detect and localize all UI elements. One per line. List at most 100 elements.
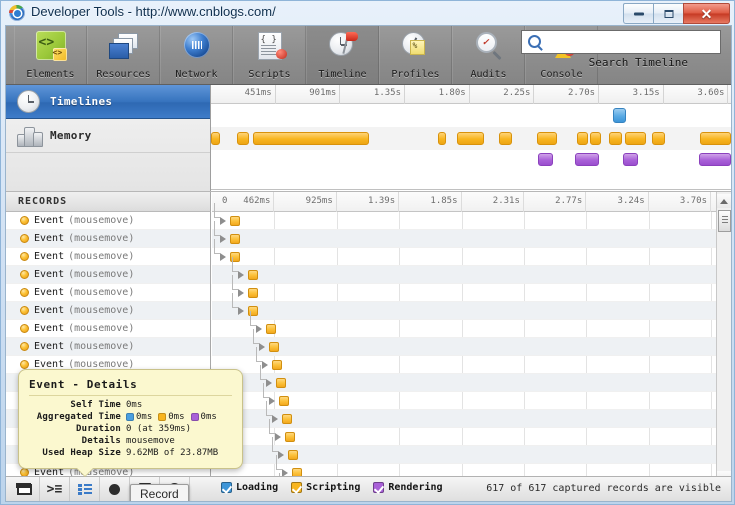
table-row[interactable]: [212, 338, 716, 356]
expand-triangle-icon[interactable]: [238, 271, 244, 279]
record-bar[interactable]: [288, 450, 298, 460]
table-row[interactable]: [212, 284, 716, 302]
overview-bar-rendering[interactable]: [538, 153, 553, 166]
record-bar[interactable]: [266, 324, 276, 334]
tab-resources[interactable]: Resources: [87, 26, 160, 84]
record-button[interactable]: [100, 477, 130, 501]
sidebar-item-memory[interactable]: Memory: [6, 119, 210, 153]
maximize-button[interactable]: [653, 3, 683, 24]
timeline-overview[interactable]: 451ms901ms1.35s1.80s2.25s2.70s3.15s3.60s: [211, 85, 731, 191]
record-bar[interactable]: [285, 432, 295, 442]
table-row[interactable]: [212, 446, 716, 464]
overview-bar-scripting[interactable]: [253, 132, 369, 145]
table-row[interactable]: [212, 410, 716, 428]
expand-triangle-icon[interactable]: [220, 253, 226, 261]
checkbox[interactable]: [373, 482, 384, 493]
tab-timeline[interactable]: Timeline: [306, 26, 379, 84]
overview-tick: 901ms: [276, 85, 341, 104]
overview-ruler: 451ms901ms1.35s1.80s2.25s2.70s3.15s3.60s: [211, 85, 731, 104]
minimize-button[interactable]: [623, 3, 653, 24]
overview-bar-scripting[interactable]: [609, 132, 622, 145]
checkbox[interactable]: [221, 482, 232, 493]
list-item[interactable]: Event(mousemove): [6, 338, 210, 356]
overview-bar-scripting[interactable]: [237, 132, 249, 145]
table-row[interactable]: [212, 392, 716, 410]
overview-bar-scripting[interactable]: [590, 132, 601, 145]
search-input[interactable]: [521, 30, 721, 54]
overview-bar-rendering[interactable]: [699, 153, 731, 166]
event-dot-icon: [20, 360, 29, 369]
expand-triangle-icon[interactable]: [220, 235, 226, 243]
list-item[interactable]: Event(mousemove): [6, 230, 210, 248]
table-row[interactable]: [212, 356, 716, 374]
details-value: 0ms0ms0ms: [126, 412, 221, 422]
sidebar-item-timelines[interactable]: Timelines: [6, 85, 210, 119]
expand-triangle-icon[interactable]: [220, 217, 226, 225]
table-row[interactable]: [212, 302, 716, 320]
overview-bar-scripting[interactable]: [438, 132, 446, 145]
table-row[interactable]: [212, 266, 716, 284]
event-dot-icon: [20, 306, 29, 315]
overview-bar-rendering[interactable]: [575, 153, 599, 166]
expand-triangle-icon[interactable]: [238, 307, 244, 315]
record-bar[interactable]: [248, 270, 258, 280]
close-button[interactable]: ✕: [683, 3, 730, 24]
table-row[interactable]: [212, 374, 716, 392]
list-item[interactable]: Event(mousemove): [6, 266, 210, 284]
list-item[interactable]: Event(mousemove): [6, 212, 210, 230]
filter-loading[interactable]: Loading: [221, 482, 278, 493]
tab-profiles[interactable]: Profiles: [379, 26, 452, 84]
table-row[interactable]: [212, 230, 716, 248]
overview-bar-rendering[interactable]: [623, 153, 638, 166]
record-bar[interactable]: [276, 378, 286, 388]
table-row[interactable]: [212, 248, 716, 266]
details-swatch-value: 0ms: [136, 412, 152, 422]
console-drawer-button[interactable]: >≡: [40, 477, 70, 501]
filter-list-button[interactable]: [70, 477, 100, 501]
tab-elements-label: Elements: [15, 69, 86, 80]
overview-bar-scripting[interactable]: [700, 132, 731, 145]
checkbox[interactable]: [291, 482, 302, 493]
overview-bar-scripting[interactable]: [537, 132, 557, 145]
tab-scripts[interactable]: Scripts: [233, 26, 306, 84]
filter-rendering[interactable]: Rendering: [373, 482, 442, 493]
records-tick: 2.77s: [524, 192, 586, 212]
list-item[interactable]: Event(mousemove): [6, 302, 210, 320]
expand-triangle-icon[interactable]: [238, 289, 244, 297]
overview-bar-scripting[interactable]: [457, 132, 484, 145]
scrollbar-thumb[interactable]: [718, 210, 731, 232]
list-item[interactable]: Event(mousemove): [6, 320, 210, 338]
overview-bar-scripting[interactable]: [625, 132, 646, 145]
record-bar[interactable]: [230, 234, 240, 244]
table-row[interactable]: [212, 212, 716, 230]
record-detail: (mousemove): [68, 323, 134, 334]
overview-bar-scripting[interactable]: [499, 132, 512, 145]
dock-button[interactable]: [10, 477, 40, 501]
scroll-up-icon[interactable]: [717, 194, 731, 208]
list-item[interactable]: Event(mousemove): [6, 284, 210, 302]
records-timeline[interactable]: 0 462ms925ms1.39s1.85s2.31s2.77s3.24s3.7…: [212, 192, 716, 487]
table-row[interactable]: [212, 320, 716, 338]
title-bar[interactable]: Developer Tools - http://www.cnblogs.com…: [1, 1, 734, 25]
overview-bar-scripting[interactable]: [652, 132, 665, 145]
tab-network[interactable]: Network: [160, 26, 233, 84]
record-bar[interactable]: [230, 216, 240, 226]
window-controls: ✕: [623, 3, 730, 23]
details-row: Used Heap Size9.62MB of 23.87MB: [29, 448, 232, 458]
list-item[interactable]: Event(mousemove): [6, 248, 210, 266]
record-bar[interactable]: [248, 288, 258, 298]
records-scrollbar[interactable]: [716, 192, 731, 487]
overview-bar-scripting[interactable]: [211, 132, 220, 145]
record-bar[interactable]: [279, 396, 289, 406]
tab-audits[interactable]: ✓ Audits: [452, 26, 525, 84]
table-row[interactable]: [212, 428, 716, 446]
records-tick: 1.85s: [399, 192, 461, 212]
tab-elements[interactable]: Elements: [14, 26, 87, 84]
filter-scripting[interactable]: Scripting: [291, 482, 360, 493]
overview-bar-scripting[interactable]: [577, 132, 588, 145]
overview-bar-loading[interactable]: [613, 108, 626, 123]
record-bar[interactable]: [272, 360, 282, 370]
overview-graph[interactable]: [211, 104, 731, 190]
record-bar[interactable]: [269, 342, 279, 352]
record-bar[interactable]: [282, 414, 292, 424]
